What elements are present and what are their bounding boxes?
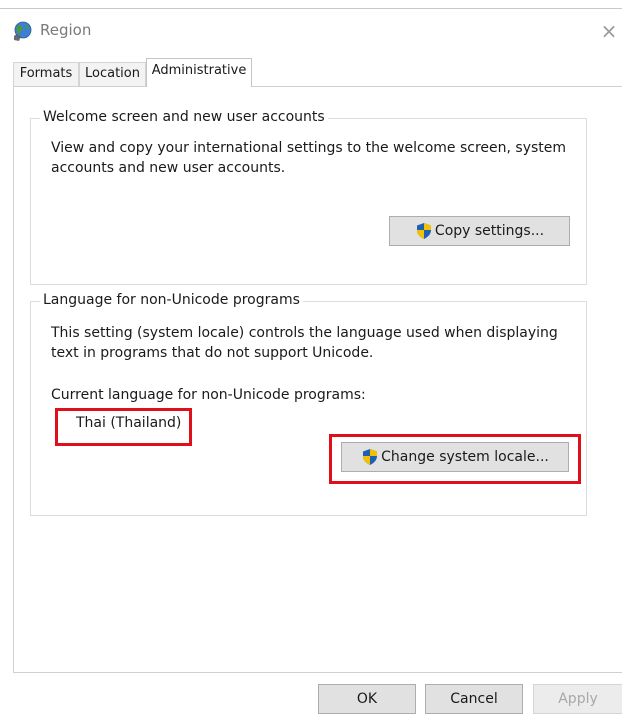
- tab-administrative[interactable]: Administrative: [146, 58, 252, 87]
- language-group-title: Language for non-Unicode programs: [40, 292, 303, 308]
- welcome-description-line2: accounts and new user accounts.: [51, 160, 286, 176]
- current-language-label: Current language for non-Unicode program…: [51, 387, 366, 403]
- change-locale-highlight: [329, 434, 581, 484]
- apply-button[interactable]: Apply: [533, 684, 622, 714]
- window-title: Region: [40, 21, 92, 39]
- language-description-line1: This setting (system locale) controls th…: [51, 325, 558, 341]
- tab-content-administrative: Welcome screen and new user accounts Vie…: [13, 86, 622, 673]
- close-icon: ×: [600, 19, 618, 43]
- window-top-border: [0, 8, 622, 9]
- title-bar[interactable]: Region ×: [0, 10, 622, 50]
- language-description-line2: text in programs that do not support Uni…: [51, 345, 374, 361]
- tab-formats[interactable]: Formats: [13, 62, 79, 86]
- ok-button[interactable]: OK: [318, 684, 416, 714]
- welcome-description-line1: View and copy your international setting…: [51, 140, 567, 156]
- cancel-button[interactable]: Cancel: [425, 684, 523, 714]
- close-button[interactable]: ×: [596, 16, 622, 46]
- copy-settings-label: Copy settings...: [434, 223, 545, 239]
- welcome-screen-group: Welcome screen and new user accounts Vie…: [30, 109, 587, 285]
- region-dialog: Region × Formats Location Administrative…: [0, 0, 622, 718]
- current-language-highlight: [55, 408, 192, 446]
- globe-icon: [14, 21, 32, 41]
- uac-shield-icon: [416, 223, 431, 239]
- copy-settings-button[interactable]: Copy settings...: [389, 216, 570, 246]
- welcome-group-title: Welcome screen and new user accounts: [40, 109, 328, 125]
- tab-location[interactable]: Location: [79, 62, 146, 86]
